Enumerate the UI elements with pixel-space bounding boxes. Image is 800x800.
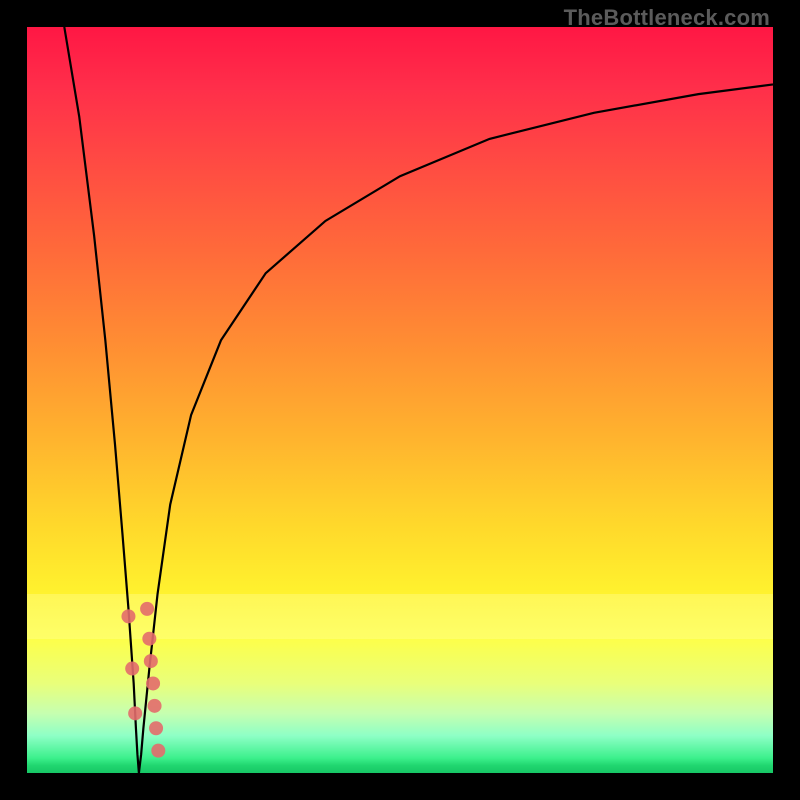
source-label: TheBottleneck.com bbox=[564, 5, 770, 31]
bottleneck-marker bbox=[142, 632, 156, 646]
bottleneck-marker bbox=[149, 721, 163, 735]
bottleneck-marker bbox=[128, 706, 142, 720]
plot-area bbox=[27, 27, 773, 773]
bottleneck-marker bbox=[148, 699, 162, 713]
bottleneck-curve bbox=[64, 27, 773, 773]
bottleneck-marker bbox=[146, 676, 160, 690]
curve-svg bbox=[27, 27, 773, 773]
bottleneck-marker bbox=[121, 609, 135, 623]
bottleneck-marker bbox=[125, 662, 139, 676]
bottleneck-marker bbox=[144, 654, 158, 668]
chart-stage: TheBottleneck.com bbox=[0, 0, 800, 800]
bottleneck-marker bbox=[151, 744, 165, 758]
bottleneck-marker bbox=[140, 602, 154, 616]
marker-cluster-left bbox=[121, 609, 142, 720]
